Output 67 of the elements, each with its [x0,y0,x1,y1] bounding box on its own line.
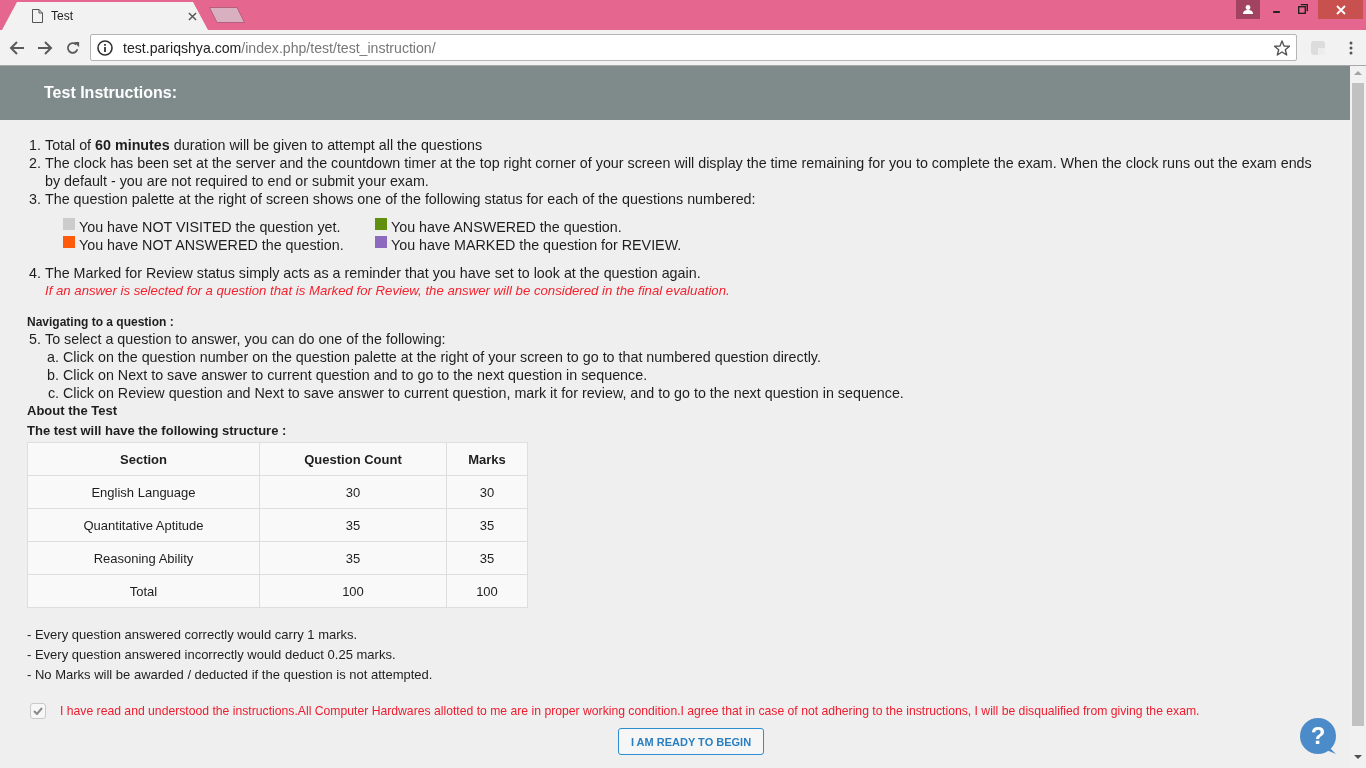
legend-text: You have NOT ANSWERED the question. [79,236,344,254]
close-window-button[interactable] [1318,0,1363,19]
table-cell: Quantitative Aptitude [27,508,260,542]
table-cell: 30 [446,475,528,509]
browser-tab[interactable]: Test [2,2,208,30]
instruction-text: The Marked for Review status simply acts as a reminder that you have set to look at the question again. [45,264,702,282]
list-letter: c. [46,384,59,402]
begin-button[interactable]: I AM READY TO BEGIN [618,728,764,755]
page-title: Test Instructions: [44,84,178,102]
table-cell: 30 [259,475,447,509]
restore-icon[interactable] [1298,4,1308,14]
agreement-text: I have read and understood the instructions.All Computer Hardwares allotted to me are in proper working condition.I agree that in case of not adhering to the instructions, I will be disqualified from giving the exam. [60,704,1200,718]
warning-note: If an answer is selected for a question that is Marked for Review, the answer will be considered in the final evaluation. [44,282,731,300]
marking-rule: - Every question answered correctly would carry 1 marks. [27,626,359,644]
list-number: 4. [28,264,41,282]
marking-rule: - Every question answered incorrectly would deduct 0.25 marks. [27,646,397,664]
profile-button[interactable] [1236,0,1260,19]
info-icon[interactable] [97,39,113,56]
table-cell: 100 [259,574,447,608]
table-cell: 35 [259,508,447,542]
table-cell: 35 [446,541,528,575]
table-cell: Reasoning Ability [27,541,260,575]
list-letter: b. [46,366,59,384]
step-text: Click on Next to save answer to current question and to go to the next question in sequence. [63,366,649,384]
table-cell: English Language [27,475,260,509]
column-header: Marks [446,442,528,476]
help-button[interactable]: ? [1300,718,1336,754]
list-number: 2. [28,154,41,173]
step-text: Click on Review question and Next to save answer to current question, mark it for review, and to go to the next question in sequence. [63,384,905,402]
star-icon[interactable] [1274,39,1290,56]
marking-rule: - No Marks will be awarded / deducted if the question is not attempted. [27,666,434,684]
minimize-icon[interactable] [1272,11,1281,13]
table-cell: Total [27,574,260,608]
reload-icon[interactable] [65,40,81,55]
menu-icon[interactable] [1349,40,1353,55]
forward-arrow-icon[interactable] [37,40,53,55]
table-caption: The test will have the following structure : [27,422,288,440]
step-text: Click on the question number on the question palette at the right of your screen to go to that numbered question directly. [63,348,822,366]
instruction-text: The clock has been set at the server and the countdown timer at the top right corner of your screen will display the time remaining for you to complete the exam. When the clock runs out the exam ends by default - you are not required to end or submit your exam. [45,154,1313,190]
legend-text: You have MARKED the question for REVIEW. [391,236,682,254]
table-cell: 35 [259,541,447,575]
instruction-text: The question palette at the right of screen shows one of the following status for each of the questions numbered: [45,190,757,208]
close-icon[interactable] [188,11,197,21]
section-heading: About the Test [27,402,119,420]
address-bar[interactable]: test.pariqshya.com/index.php/test/test_instruction/ [90,34,1297,61]
agreement-checkbox[interactable] [30,703,46,719]
list-letter: a. [46,348,59,366]
table-cell: 35 [446,508,528,542]
instruction-text: Total of 60 minutes duration will be given to attempt all the questions [45,136,484,154]
person-icon [1243,5,1253,14]
close-icon [1335,4,1346,15]
section-heading: Navigating to a question : [27,314,175,330]
legend-text: You have ANSWERED the question. [391,218,622,236]
column-header: Section [27,442,260,476]
list-number: 5. [28,330,41,348]
legend-text: You have NOT VISITED the question yet. [79,218,341,236]
table-cell: 100 [446,574,528,608]
list-number: 3. [28,190,41,208]
document-icon [32,9,43,23]
scrollbar-thumb[interactable] [1352,83,1364,726]
list-number: 1. [28,136,41,154]
instruction-text: To select a question to answer, you can do one of the following: [45,330,447,348]
checkmark-icon [33,707,43,715]
back-arrow-icon[interactable] [9,40,25,55]
column-header: Question Count [259,442,447,476]
url-text: test.pariqshya.com/index.php/test/test_instruction/ [123,39,437,56]
scroll-down-icon[interactable] [1354,755,1362,759]
